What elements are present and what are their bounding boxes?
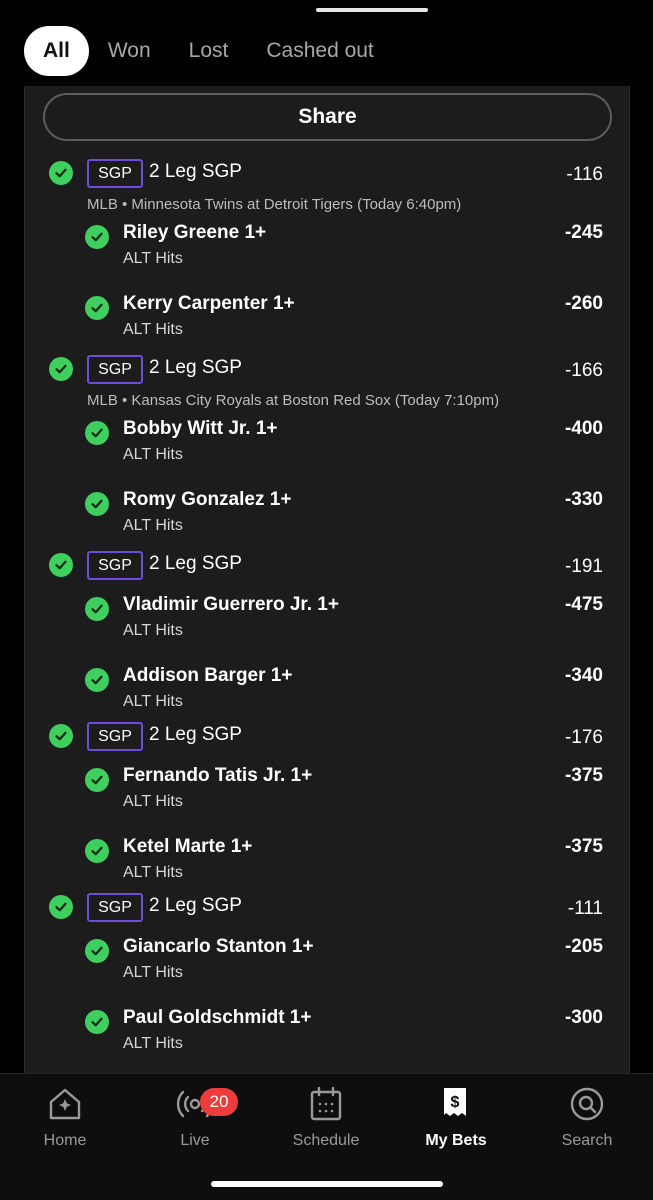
leg-market: ALT Hits [123, 1035, 183, 1052]
leg-won-check-icon [85, 225, 109, 249]
leg-won-check-icon [85, 668, 109, 692]
won-check-icon [49, 724, 73, 748]
my-bets-icon: $ [436, 1084, 476, 1124]
leg-won-check-icon [85, 492, 109, 516]
leg-odds: -340 [564, 665, 603, 686]
leg-won-check-icon [85, 1010, 109, 1034]
won-check-icon [49, 553, 73, 577]
game-info: MLB • Minnesota Twins at Detroit Tigers … [87, 196, 462, 213]
leg-name: Fernando Tatis Jr. 1+ [123, 765, 313, 786]
leg-name: Vladimir Guerrero Jr. 1+ [123, 594, 339, 615]
tab-schedule-label: Schedule [292, 1132, 360, 1149]
game-info: MLB • Kansas City Royals at Boston Red S… [87, 392, 500, 409]
home-icon [45, 1084, 85, 1124]
leg-market: ALT Hits [123, 517, 183, 534]
leg-market: ALT Hits [123, 793, 183, 810]
tab-live-label: Live [180, 1132, 210, 1149]
bet-title: 2 Leg SGP [149, 357, 242, 378]
leg-market: ALT Hits [123, 864, 183, 881]
won-check-icon [49, 161, 73, 185]
leg-odds: -260 [564, 293, 603, 314]
sheet-handle[interactable] [316, 8, 428, 12]
leg-name: Giancarlo Stanton 1+ [123, 936, 314, 957]
tab-my-bets[interactable]: $ My Bets [401, 1084, 511, 1150]
share-button[interactable]: Share [43, 93, 612, 141]
filter-bar: All Won Lost Cashed out [24, 26, 393, 76]
leg-won-check-icon [85, 939, 109, 963]
leg-market: ALT Hits [123, 622, 183, 639]
sgp-tag: SGP [87, 355, 143, 384]
live-count-badge: 20 [200, 1088, 238, 1116]
leg-market: ALT Hits [123, 446, 183, 463]
leg-name: Romy Gonzalez 1+ [123, 489, 292, 510]
leg-won-check-icon [85, 296, 109, 320]
sgp-tag: SGP [87, 159, 143, 188]
svg-text:$: $ [451, 1094, 460, 1111]
leg-odds: -205 [564, 936, 603, 957]
leg-name: Kerry Carpenter 1+ [123, 293, 295, 314]
tab-search[interactable]: Search [532, 1084, 642, 1150]
leg-market: ALT Hits [123, 321, 183, 338]
leg-won-check-icon [85, 768, 109, 792]
tab-home[interactable]: Home [10, 1084, 120, 1150]
leg-odds: -400 [564, 418, 603, 439]
leg-name: Bobby Witt Jr. 1+ [123, 418, 278, 439]
sgp-tag: SGP [87, 893, 143, 922]
leg-odds: -375 [564, 765, 603, 786]
bet-odds: -191 [564, 556, 603, 577]
filter-all[interactable]: All [24, 26, 89, 76]
leg-odds: -330 [564, 489, 603, 510]
leg-won-check-icon [85, 597, 109, 621]
tab-search-label: Search [561, 1132, 613, 1149]
search-icon [567, 1084, 607, 1124]
tab-live[interactable]: 20 Live [140, 1084, 250, 1150]
schedule-icon [306, 1084, 346, 1124]
home-indicator [211, 1181, 443, 1187]
won-check-icon [49, 895, 73, 919]
leg-name: Paul Goldschmidt 1+ [123, 1007, 312, 1028]
leg-odds: -300 [564, 1007, 603, 1028]
sgp-tag: SGP [87, 551, 143, 580]
leg-won-check-icon [85, 421, 109, 445]
filter-lost[interactable]: Lost [170, 26, 248, 76]
bet-odds: -176 [564, 727, 603, 748]
sgp-tag: SGP [87, 722, 143, 751]
leg-odds: -245 [564, 222, 603, 243]
won-check-icon [49, 357, 73, 381]
bet-odds: -116 [566, 164, 603, 185]
bet-title: 2 Leg SGP [149, 895, 242, 916]
bet-title: 2 Leg SGP [149, 724, 242, 745]
tab-my-bets-label: My Bets [425, 1132, 487, 1149]
leg-won-check-icon [85, 839, 109, 863]
bet-odds: -166 [564, 360, 603, 381]
leg-market: ALT Hits [123, 964, 183, 981]
leg-odds: -375 [564, 836, 603, 857]
leg-name: Addison Barger 1+ [123, 665, 293, 686]
leg-market: ALT Hits [123, 250, 183, 267]
bet-slip-card: Share SGP 2 Leg SGP -116 MLB • Minnesota Tw… [24, 86, 630, 1076]
tab-home-label: Home [43, 1132, 87, 1149]
bet-odds: -111 [567, 898, 603, 919]
filter-won[interactable]: Won [89, 26, 170, 76]
leg-name: Riley Greene 1+ [123, 222, 267, 243]
leg-market: ALT Hits [123, 693, 183, 710]
filter-cashed-out[interactable]: Cashed out [247, 26, 392, 76]
bet-title: 2 Leg SGP [149, 161, 242, 182]
leg-name: Ketel Marte 1+ [123, 836, 253, 857]
bet-title: 2 Leg SGP [149, 553, 242, 574]
tab-schedule[interactable]: Schedule [271, 1084, 381, 1150]
leg-odds: -475 [564, 594, 603, 615]
